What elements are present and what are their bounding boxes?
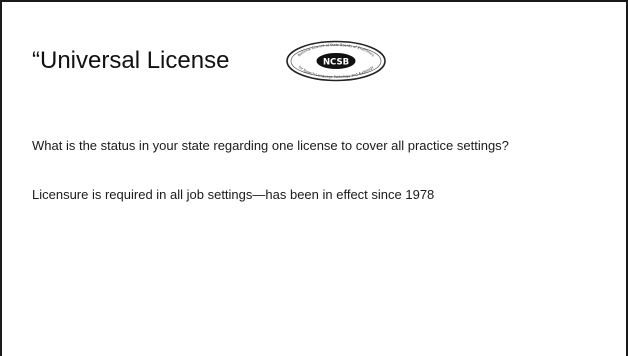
ncsb-logo: NCSB National Council of State Boards of… <box>286 40 386 82</box>
slide: “Universal License NCSB National Council… <box>0 0 628 356</box>
answer-paragraph: Licensure is required in all job setting… <box>32 187 435 202</box>
slide-title: “Universal License <box>32 47 230 74</box>
logo-center-text: NCSB <box>323 58 349 68</box>
question-paragraph: What is the status in your state regardi… <box>32 138 509 153</box>
